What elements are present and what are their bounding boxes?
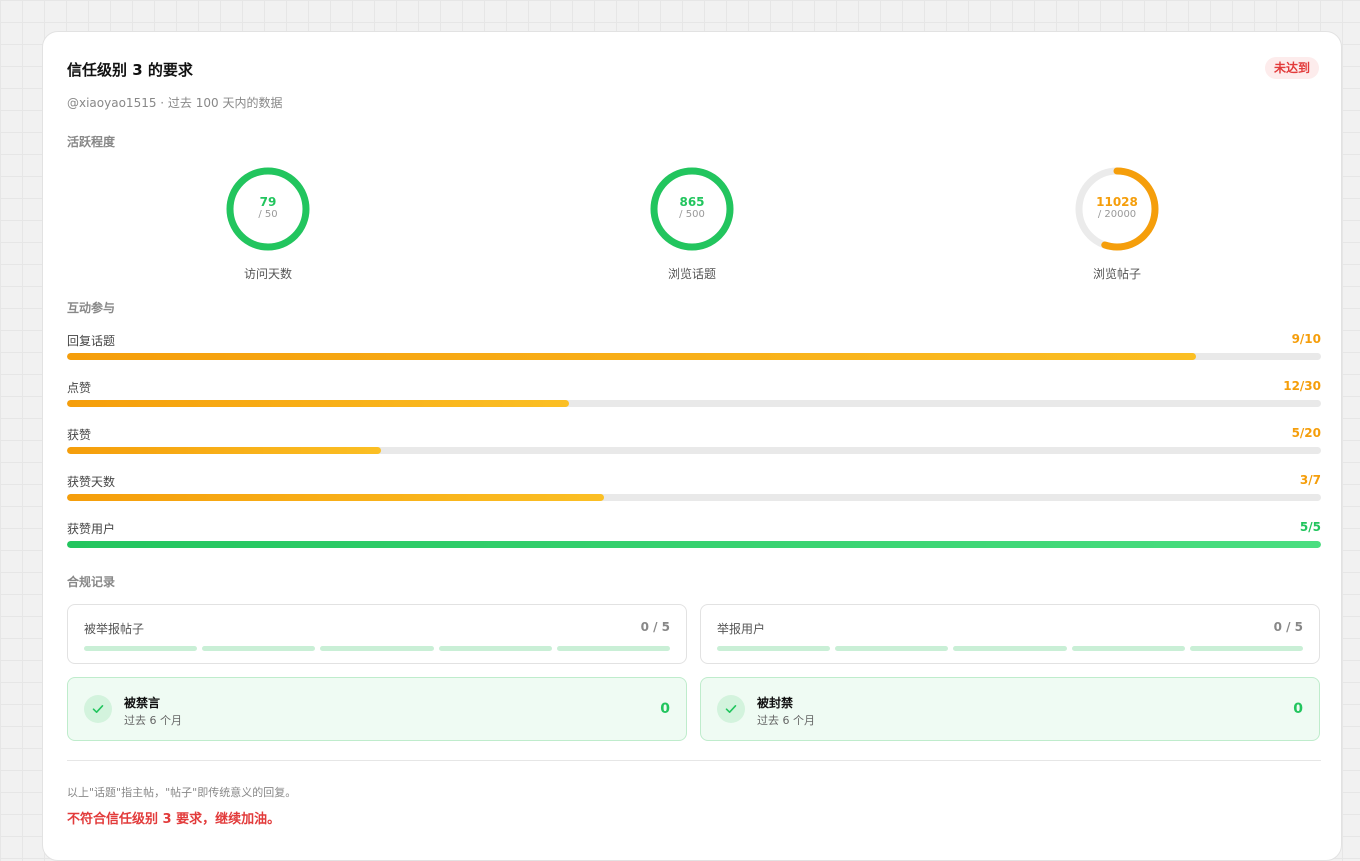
- verdict-message: 不符合信任级别 3 要求，继续加油。: [67, 812, 281, 827]
- ring-value: 79: [259, 195, 277, 209]
- progress-fill: [67, 541, 1321, 548]
- progress-track: [67, 541, 1321, 548]
- progress-fill: [67, 400, 569, 407]
- section-title-interaction: 互动参与: [67, 301, 116, 315]
- progress-label: 点赞: [67, 381, 92, 395]
- ring-label: 浏览话题: [667, 267, 716, 281]
- progress-label: 获赞: [67, 428, 92, 442]
- section-title-activity: 活跃程度: [67, 135, 116, 149]
- status-subtitle: 过去 6 个月: [757, 714, 815, 727]
- progress-value: 5/20: [1291, 426, 1321, 440]
- segment-meter: [84, 646, 671, 651]
- meter-segment: [835, 646, 949, 651]
- meter-segment: [1071, 646, 1185, 651]
- progress-track: [67, 447, 1321, 454]
- status-value: 0: [660, 701, 670, 717]
- ring-label: 浏览帖子: [1092, 267, 1141, 281]
- progress-value: 9/10: [1291, 332, 1321, 346]
- ring-label: 访问天数: [243, 267, 292, 281]
- activity-ring-visits: 79 / 50 访问天数: [188, 164, 348, 282]
- progress-track: [67, 400, 1321, 407]
- progress-track: [67, 494, 1321, 501]
- progress-value: 5/5: [1299, 520, 1321, 534]
- status-title: 被封禁: [757, 696, 794, 710]
- section-title-compliance: 合规记录: [67, 575, 116, 589]
- progress-fill: [67, 447, 381, 454]
- progress-value: 12/30: [1283, 379, 1321, 393]
- trust-level-card: 信任级别 3 的要求 未达到 @xiaoyao1515 · 过去 100 天内的…: [42, 31, 1342, 861]
- suspended-status: 被封禁 过去 6 个月 0: [700, 677, 1320, 741]
- check-icon: [84, 695, 112, 723]
- status-subtitle: 过去 6 个月: [124, 714, 182, 727]
- ring-value: 865: [679, 195, 705, 209]
- meter-segment: [556, 646, 671, 651]
- progress-label: 回复话题: [67, 334, 116, 348]
- activity-ring-posts: 11028 / 20000 浏览帖子: [1037, 164, 1197, 282]
- progress-track: [67, 353, 1321, 360]
- activity-ring-topics: 865 / 500 浏览话题: [612, 164, 772, 282]
- progress-fill: [67, 353, 1196, 360]
- progress-label: 获赞天数: [67, 475, 116, 489]
- page-subtitle: @xiaoyao1515 · 过去 100 天内的数据: [67, 96, 283, 110]
- page-title: 信任级别 3 的要求: [67, 61, 193, 79]
- ring-target: / 20000: [1097, 209, 1137, 220]
- silenced-status: 被禁言 过去 6 个月 0: [67, 677, 687, 741]
- reported-users-box: 举报用户 0 / 5: [700, 604, 1320, 664]
- segment-meter: [717, 646, 1304, 651]
- meter-segment: [438, 646, 552, 651]
- meter-segment: [320, 646, 434, 651]
- status-title: 被禁言: [124, 696, 161, 710]
- meter-segment: [1189, 646, 1304, 651]
- box-value: 0 / 5: [1273, 620, 1303, 634]
- meter-segment: [84, 646, 198, 651]
- reported-posts-box: 被举报帖子 0 / 5: [67, 604, 687, 664]
- divider: [67, 760, 1321, 761]
- box-label: 举报用户: [717, 622, 766, 636]
- meter-segment: [202, 646, 316, 651]
- progress-label: 获赞用户: [67, 522, 116, 536]
- footnote: 以上"话题"指主帖，"帖子"即传统意义的回复。: [67, 786, 297, 799]
- box-label: 被举报帖子: [84, 622, 145, 636]
- meter-segment: [717, 646, 831, 651]
- progress-fill: [67, 494, 605, 501]
- meter-segment: [953, 646, 1067, 651]
- ring-value: 11028: [1096, 195, 1138, 209]
- status-badge: 未达到: [1264, 57, 1319, 79]
- box-value: 0 / 5: [640, 620, 670, 634]
- status-value: 0: [1293, 701, 1303, 717]
- ring-target: / 500: [679, 209, 705, 220]
- ring-target: / 50: [258, 209, 278, 220]
- progress-value: 3/7: [1299, 473, 1321, 487]
- check-icon: [717, 695, 745, 723]
